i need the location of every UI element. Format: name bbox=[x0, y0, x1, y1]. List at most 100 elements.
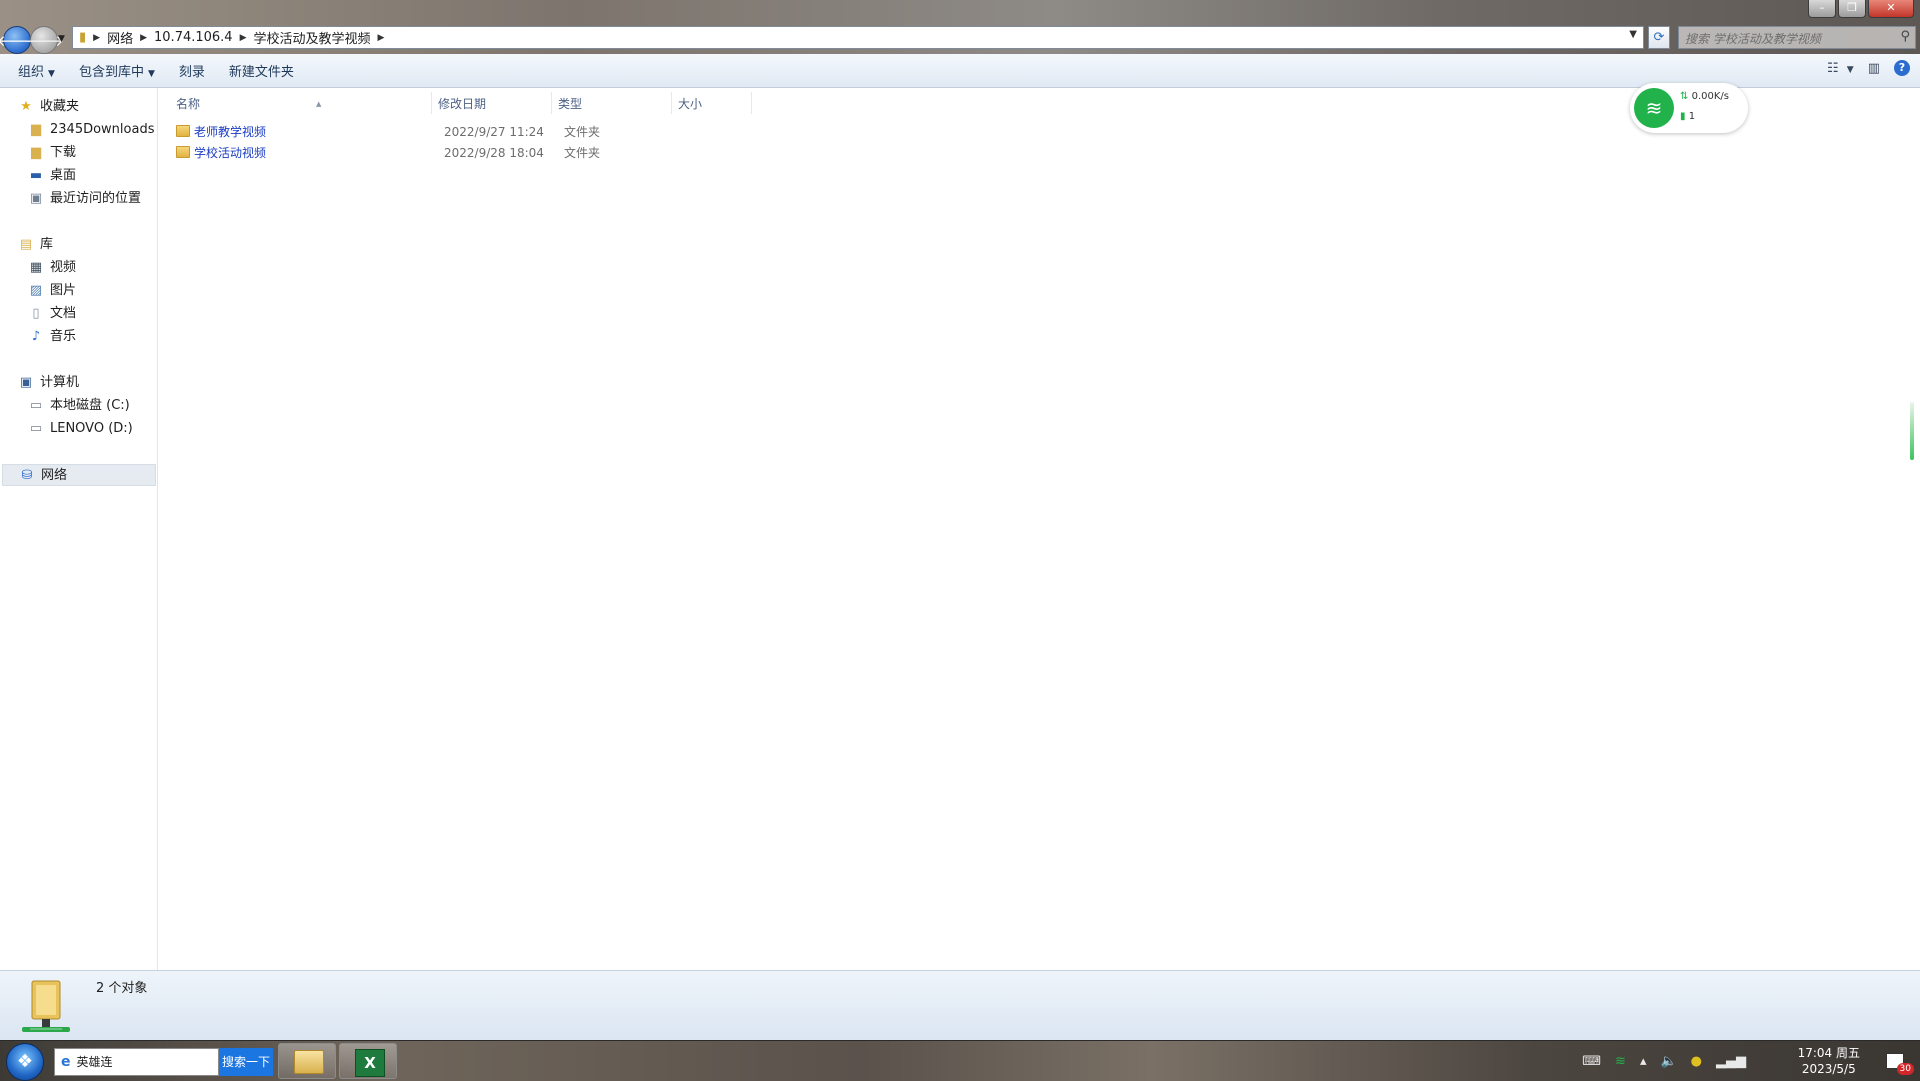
include-in-library-button[interactable]: 包含到库中 ▼ bbox=[67, 61, 167, 80]
music-note-icon: ♪ bbox=[31, 329, 41, 344]
new-folder-button[interactable]: 新建文件夹 bbox=[217, 61, 306, 80]
nav-network[interactable]: ⛁ 网络 bbox=[2, 464, 156, 486]
keyboard-icon[interactable]: ⌨ bbox=[1582, 1054, 1601, 1069]
breadcrumb-network[interactable]: 网络 bbox=[107, 28, 133, 47]
organize-label: 组织 bbox=[18, 65, 45, 80]
network-folder-icon bbox=[22, 980, 70, 1032]
nav-item-2345downloads[interactable]: ▆ 2345Downloads bbox=[28, 119, 154, 141]
chevron-right-icon[interactable]: ▶ bbox=[140, 33, 147, 43]
view-options-button[interactable]: ☷ ▼ bbox=[1827, 61, 1854, 76]
nav-item-lenovo-d[interactable]: ▭ LENOVO (D:) bbox=[28, 418, 133, 440]
nav-item-label: 桌面 bbox=[50, 168, 77, 183]
recent-places-icon: ▣ bbox=[29, 191, 43, 206]
taskbar-app-explorer[interactable] bbox=[278, 1043, 336, 1079]
nav-favorites[interactable]: ★ 收藏夹 bbox=[18, 96, 79, 118]
caret-down-icon: ▼ bbox=[48, 69, 55, 79]
library-icon: ▤ bbox=[19, 237, 33, 252]
nav-item-videos[interactable]: ▦ 视频 bbox=[28, 257, 76, 279]
taskbar-search-value: 英雄连 bbox=[76, 1055, 113, 1069]
nav-item-desktop[interactable]: ▬ 桌面 bbox=[28, 165, 76, 187]
burn-button[interactable]: 刻录 bbox=[167, 61, 217, 80]
taskbar-search-input[interactable]: e 英雄连 bbox=[54, 1048, 219, 1076]
search-placeholder: 搜索 学校活动及教学视频 bbox=[1685, 32, 1821, 46]
wifi-speed-value: 0.00K/s bbox=[1691, 91, 1729, 102]
preview-pane-button[interactable]: ▥ bbox=[1868, 61, 1880, 76]
address-bar[interactable]: ▮ ▶ 网络 ▶ 10.74.106.4 ▶ 学校活动及教学视频 ▶ ▼ bbox=[72, 26, 1644, 49]
nav-item-downloads[interactable]: ▆ 下载 bbox=[28, 142, 76, 164]
column-divider[interactable] bbox=[751, 92, 752, 114]
nav-computer[interactable]: ▣ 计算机 bbox=[18, 372, 79, 394]
column-header-name[interactable]: 名称 ▲ bbox=[176, 94, 426, 114]
nav-item-documents[interactable]: ▯ 文档 bbox=[28, 303, 76, 325]
new-folder-label: 新建文件夹 bbox=[228, 65, 294, 80]
sort-ascending-icon: ▲ bbox=[316, 100, 322, 108]
file-row-teacher-videos[interactable]: 老师教学视频 2022/9/27 11:24 文件夹 bbox=[176, 122, 756, 142]
address-dropdown-icon[interactable]: ▼ bbox=[1629, 29, 1637, 40]
nav-item-label: 本地磁盘 (C:) bbox=[50, 398, 130, 413]
breadcrumb-host[interactable]: 10.74.106.4 bbox=[154, 30, 233, 45]
security-app-icon[interactable]: ● bbox=[1691, 1054, 1702, 1069]
burn-label: 刻录 bbox=[178, 65, 205, 80]
nav-item-label: 下载 bbox=[50, 145, 77, 160]
taskbar: ❖ e 英雄连 搜索一下 X ⌨ ≋ ▴ 🔈 ● ▂▄▆ 17:04 周五 202… bbox=[0, 1040, 1920, 1081]
maximize-button[interactable]: ❐ bbox=[1838, 0, 1866, 18]
windows-logo-icon: ❖ bbox=[16, 1051, 34, 1072]
nav-item-music[interactable]: ♪ 音乐 bbox=[28, 326, 76, 348]
column-header-modified-label: 修改日期 bbox=[438, 97, 487, 111]
chevron-right-icon[interactable]: ▶ bbox=[378, 33, 385, 43]
wifi-icon: ≋ bbox=[1634, 88, 1674, 128]
start-button[interactable]: ❖ bbox=[6, 1043, 44, 1081]
search-icon[interactable]: ⚲ bbox=[1900, 29, 1910, 44]
refresh-icon: ⟳ bbox=[1653, 30, 1665, 45]
signal-bars-icon[interactable]: ▂▄▆ bbox=[1716, 1054, 1746, 1069]
nav-item-local-disk-c[interactable]: ▭ 本地磁盘 (C:) bbox=[28, 395, 130, 417]
forward-button[interactable]: 🡒 bbox=[24, 26, 64, 54]
hard-drive-icon: ▭ bbox=[29, 421, 43, 436]
column-header-modified[interactable]: 修改日期 bbox=[438, 94, 486, 114]
computer-icon: ▣ bbox=[19, 375, 33, 390]
nav-libraries[interactable]: ▤ 库 bbox=[18, 234, 53, 256]
video-icon: ▦ bbox=[29, 260, 43, 275]
show-hidden-icons-icon[interactable]: ▴ bbox=[1640, 1054, 1647, 1069]
file-name: 老师教学视频 bbox=[194, 125, 267, 139]
column-divider[interactable] bbox=[551, 92, 552, 114]
nav-item-label: 视频 bbox=[50, 260, 77, 275]
column-divider[interactable] bbox=[431, 92, 432, 114]
help-icon[interactable]: ? bbox=[1894, 60, 1910, 76]
network-icon: ⛁ bbox=[21, 468, 33, 483]
chevron-right-icon[interactable]: ▶ bbox=[93, 33, 100, 43]
column-header-size[interactable]: 大小 bbox=[678, 94, 702, 114]
nav-item-pictures[interactable]: ▨ 图片 bbox=[28, 280, 76, 302]
file-row-school-activity-videos[interactable]: 学校活动视频 2022/9/28 18:04 文件夹 bbox=[176, 143, 756, 163]
minimize-button[interactable]: – bbox=[1808, 0, 1836, 18]
search-input[interactable]: 搜索 学校活动及教学视频 ⚲ bbox=[1678, 26, 1916, 49]
wifi-speed-widget[interactable]: ≋ ⇅ 0.00K/s ▮ 1 bbox=[1630, 83, 1748, 133]
transfer-arrows-icon: ⇅ bbox=[1680, 91, 1689, 102]
clock-time: 17:04 周五 bbox=[1797, 1046, 1860, 1060]
refresh-button[interactable]: ⟳ bbox=[1648, 26, 1670, 49]
column-divider[interactable] bbox=[671, 92, 672, 114]
close-button[interactable]: ✕ bbox=[1868, 0, 1914, 18]
column-header-type[interactable]: 类型 bbox=[558, 94, 582, 114]
clock[interactable]: 17:04 周五 2023/5/5 bbox=[1798, 1045, 1860, 1077]
nav-libraries-label: 库 bbox=[40, 237, 54, 252]
file-explorer-icon bbox=[294, 1050, 324, 1074]
taskbar-app-excel[interactable]: X bbox=[339, 1043, 397, 1079]
recent-pages-dropdown[interactable]: ▼ bbox=[58, 34, 65, 44]
file-modified: 2022/9/28 18:04 bbox=[444, 146, 544, 160]
caret-down-icon: ▼ bbox=[1846, 64, 1854, 75]
chevron-right-icon[interactable]: ▶ bbox=[240, 33, 247, 43]
command-bar: 组织 ▼ 包含到库中 ▼ 刻录 新建文件夹 ☷ ▼ ▥ ? bbox=[0, 54, 1920, 88]
wifi-tray-icon[interactable]: ≋ bbox=[1615, 1054, 1626, 1069]
notification-badge: 30 bbox=[1896, 1063, 1914, 1075]
column-header-name-label: 名称 bbox=[176, 97, 201, 111]
nav-item-label: 2345Downloads bbox=[50, 122, 155, 137]
organize-button[interactable]: 组织 ▼ bbox=[6, 61, 67, 80]
phone-icon: ▮ bbox=[1680, 111, 1686, 122]
nav-item-recent-places[interactable]: ▣ 最近访问的位置 bbox=[28, 188, 141, 210]
side-scroll-indicator[interactable] bbox=[1910, 402, 1914, 460]
volume-icon[interactable]: 🔈 bbox=[1660, 1054, 1676, 1069]
breadcrumb-current-folder[interactable]: 学校活动及教学视频 bbox=[254, 28, 371, 47]
taskbar-search-button[interactable]: 搜索一下 bbox=[219, 1048, 273, 1076]
wifi-speed: ⇅ 0.00K/s bbox=[1680, 91, 1729, 102]
